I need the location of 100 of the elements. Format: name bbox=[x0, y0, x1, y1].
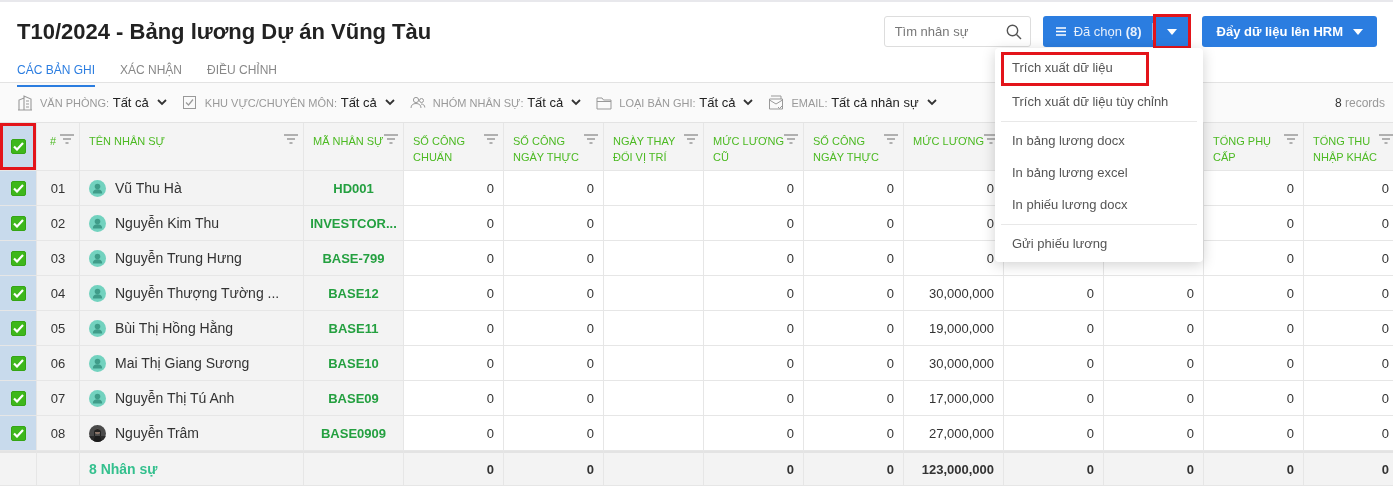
filter-dropdown[interactable]: NHÓM NHÂN SỰ: Tất cả bbox=[409, 94, 582, 111]
table-cell: 0 bbox=[404, 171, 504, 206]
table-cell: 0 bbox=[804, 171, 904, 206]
table-cell: 0 bbox=[1204, 346, 1304, 381]
table-cell: 0 bbox=[1204, 276, 1304, 311]
filter-dropdown[interactable]: LOẠI BẢN GHI: Tất cả bbox=[596, 94, 754, 111]
total-cell: 0 bbox=[1204, 451, 1304, 486]
table-cell: 0 bbox=[1204, 206, 1304, 241]
table-cell: 0 bbox=[1004, 381, 1104, 416]
employee-name: Nguyễn Trâm bbox=[115, 425, 200, 441]
employee-name: Nguyễn Thị Tú Anh bbox=[115, 390, 235, 406]
total-cell: 123,000,000 bbox=[904, 451, 1004, 486]
menu-item[interactable]: Trích xuất dữ liệu tùy chỉnh bbox=[995, 86, 1203, 118]
column-header[interactable]: SỐ CÔNG NGÀY THỰC bbox=[804, 123, 904, 171]
table-cell: 0 bbox=[1104, 276, 1204, 311]
record-count: 8 records bbox=[1334, 95, 1385, 110]
employee-name: Mai Thị Giang Sương bbox=[115, 355, 250, 371]
filter-dropdown[interactable]: VĂN PHÒNG: Tất cả bbox=[17, 94, 167, 111]
table-cell: 0 bbox=[504, 171, 604, 206]
tab[interactable]: ĐIỀU CHỈNH bbox=[207, 59, 278, 87]
table-cell: 0 bbox=[1104, 346, 1204, 381]
table-cell: 0 bbox=[1004, 346, 1104, 381]
row-number: 01 bbox=[37, 171, 80, 206]
filter-dropdown[interactable]: EMAIL: Tất cả nhân sự bbox=[768, 94, 937, 111]
column-header[interactable]: SỐ CÔNG NGÀY THỰC bbox=[504, 123, 604, 171]
column-header[interactable]: SỐ CÔNG CHUẨN bbox=[404, 123, 504, 171]
push-button[interactable]: Đẩy dữ liệu lên HRM bbox=[1201, 16, 1377, 47]
table-cell: 0 bbox=[504, 416, 604, 451]
table-cell: 0 bbox=[404, 381, 504, 416]
table-cell: 0 bbox=[1204, 311, 1304, 346]
page-title: T10/2024 - Bảng lương Dự án Vũng Tàu bbox=[17, 18, 433, 45]
row-number: 04 bbox=[37, 276, 80, 311]
table-cell: 0 bbox=[1004, 276, 1104, 311]
table-cell: 0 bbox=[704, 311, 804, 346]
employee-code: BASE12 bbox=[304, 276, 404, 311]
employee-code: INVESTCOR... bbox=[304, 206, 404, 241]
table-cell: 0 bbox=[704, 346, 804, 381]
employee-code: BASE09 bbox=[304, 381, 404, 416]
row-number: 05 bbox=[37, 311, 80, 346]
filter-dropdown[interactable]: KHU VỰC/CHUYÊN MÔN: Tất cả bbox=[181, 94, 395, 111]
table-cell: 27,000,000 bbox=[904, 416, 1004, 451]
employee-code: HD001 bbox=[304, 171, 404, 206]
table-cell: 0 bbox=[504, 311, 604, 346]
table-cell: 0 bbox=[404, 206, 504, 241]
column-header[interactable]: MÃ NHÂN SỰ bbox=[304, 123, 404, 171]
column-header[interactable]: TỔNG THU NHẬP KHÁC bbox=[1304, 123, 1393, 171]
table-cell: 30,000,000 bbox=[904, 276, 1004, 311]
table-cell: 0 bbox=[804, 381, 904, 416]
table-cell: 0 bbox=[1004, 311, 1104, 346]
total-cell: 0 bbox=[704, 451, 804, 486]
row-number: 06 bbox=[37, 346, 80, 381]
total-cell: 0 bbox=[1004, 451, 1104, 486]
table-cell: 0 bbox=[804, 241, 904, 276]
table-cell: 0 bbox=[704, 381, 804, 416]
column-header[interactable]: TÊN NHÂN SỰ bbox=[80, 123, 304, 171]
table-cell: 0 bbox=[704, 171, 804, 206]
table-cell: 0 bbox=[404, 276, 504, 311]
table-cell: 0 bbox=[804, 311, 904, 346]
column-header[interactable]: NGÀY THAY ĐỔI VỊ TRÍ bbox=[604, 123, 704, 171]
column-header[interactable]: # bbox=[37, 123, 80, 171]
employee-name: Vũ Thu Hà bbox=[115, 180, 182, 196]
table-cell: 0 bbox=[404, 346, 504, 381]
table-cell: 0 bbox=[504, 381, 604, 416]
total-cell: 0 bbox=[1304, 451, 1393, 486]
menu-item[interactable]: Trích xuất dữ liệu bbox=[1001, 52, 1149, 86]
total-cell: 0 bbox=[504, 451, 604, 486]
table-cell: 0 bbox=[704, 276, 804, 311]
tab[interactable]: XÁC NHẬN bbox=[120, 59, 183, 87]
employee-total: 8 Nhân sự bbox=[80, 451, 304, 486]
table-cell: 0 bbox=[704, 241, 804, 276]
column-header[interactable]: MỨC LƯƠNG CŨ bbox=[704, 123, 804, 171]
total-cell: 0 bbox=[404, 451, 504, 486]
employee-name: Bùi Thị Hồng Hằng bbox=[115, 320, 234, 336]
table-cell: 0 bbox=[1104, 416, 1204, 451]
table-cell: 0 bbox=[504, 206, 604, 241]
table-cell: 0 bbox=[1104, 381, 1204, 416]
employee-code: BASE11 bbox=[304, 311, 404, 346]
table-cell: 0 bbox=[704, 416, 804, 451]
table-cell: 0 bbox=[1204, 381, 1304, 416]
table-cell: 0 bbox=[504, 346, 604, 381]
employee-code: BASE-799 bbox=[304, 241, 404, 276]
table-cell: 0 bbox=[1204, 241, 1304, 276]
employee-name: Nguyễn Thượng Tường ... bbox=[115, 285, 280, 301]
table-cell: 0 bbox=[804, 276, 904, 311]
table-cell: 0 bbox=[504, 241, 604, 276]
total-cell: 0 bbox=[804, 451, 904, 486]
employee-code: BASE0909 bbox=[304, 416, 404, 451]
search-field[interactable]: Tìm nhân sự bbox=[883, 16, 1031, 47]
table-cell: 30,000,000 bbox=[904, 346, 1004, 381]
row-number: 08 bbox=[37, 416, 80, 451]
table-cell: 0 bbox=[404, 311, 504, 346]
table-cell: 0 bbox=[804, 346, 904, 381]
column-header[interactable]: TỔNG PHỤ CẤP bbox=[1204, 123, 1304, 171]
total-cell: 0 bbox=[1104, 451, 1204, 486]
table-cell: 0 bbox=[1204, 416, 1304, 451]
table-cell: 0 bbox=[1004, 416, 1104, 451]
table-cell: 0 bbox=[1204, 171, 1304, 206]
table-cell: 19,000,000 bbox=[904, 311, 1004, 346]
table-cell: 0 bbox=[504, 276, 604, 311]
employee-name: Nguyễn Trung Hưng bbox=[115, 250, 242, 266]
